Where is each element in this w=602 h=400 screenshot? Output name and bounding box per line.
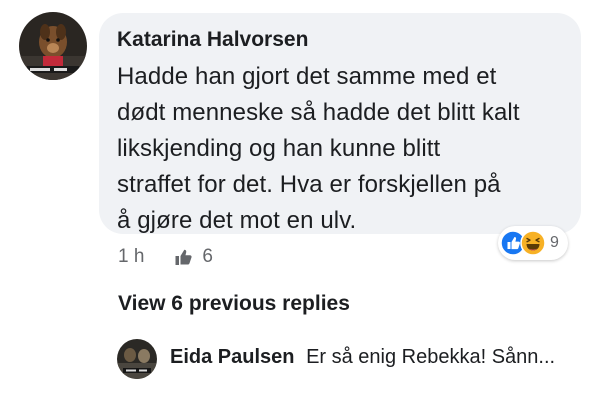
comment-line: dødt menneske så hadde det blitt kalt <box>117 99 520 126</box>
comment-timestamp[interactable]: 1 h <box>118 246 144 268</box>
reaction-count: 9 <box>550 234 559 251</box>
reply-text: Er så enig Rebekka! Sånn... <box>306 346 556 368</box>
comment-line: Hadde han gjort det samme med et <box>117 63 497 90</box>
comment-line: likskjending og han kunne blitt <box>117 135 441 162</box>
comment-text: Hadde han gjort det samme med et dødt me… <box>117 59 563 239</box>
reply-avatar[interactable] <box>117 339 157 379</box>
comment-meta: 1 h 6 <box>118 246 213 268</box>
comment-bubble: Katarina Halvorsen Hadde han gjort det s… <box>99 13 581 234</box>
reply-author[interactable]: Eida Paulsen <box>170 346 295 368</box>
comment-author[interactable]: Katarina Halvorsen <box>117 27 563 53</box>
thumbs-up-icon[interactable] <box>174 247 194 267</box>
comment-line: straffet for det. Hva er forskjellen på <box>117 171 501 198</box>
haha-reaction-icon <box>520 230 546 256</box>
reactions-summary[interactable]: 9 <box>498 226 568 260</box>
like-count: 6 <box>202 246 213 267</box>
view-previous-replies-link[interactable]: View 6 previous replies <box>118 292 350 316</box>
comment-line: å gjøre det mot en ulv. <box>117 207 357 234</box>
reply-preview[interactable]: Eida Paulsen Er så enig Rebekka! Sånn... <box>170 346 555 369</box>
commenter-avatar[interactable] <box>19 12 87 80</box>
